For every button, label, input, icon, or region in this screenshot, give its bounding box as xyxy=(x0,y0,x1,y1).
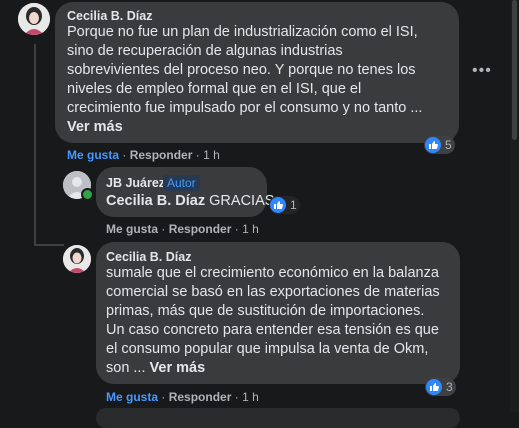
comment-text-line: primas, más que de sustitución de import… xyxy=(106,303,425,319)
comment-text-line: sino de recuperación de algunas industri… xyxy=(67,43,343,59)
like-reaction-icon xyxy=(270,197,286,213)
more-options-icon[interactable]: ••• xyxy=(472,62,492,80)
comment-text-line: sobrevivientes del proceso neo. Y porque… xyxy=(67,62,416,78)
reaction-summary[interactable]: 1 xyxy=(269,196,300,214)
avatar-image xyxy=(18,3,50,35)
reply-button[interactable]: Responder xyxy=(130,148,193,162)
like-button[interactable]: Me gusta xyxy=(106,222,158,236)
reaction-count: 5 xyxy=(445,138,452,152)
timestamp[interactable]: 1 h xyxy=(203,148,220,162)
separator: · xyxy=(161,222,166,236)
comment-author[interactable]: Cecilia B. Díaz xyxy=(67,9,152,23)
separator: · xyxy=(195,148,200,162)
comment-text-line: Un caso concreto para entender esa tensi… xyxy=(106,322,439,338)
comment-text-line: Porque no fue un plan de industrializaci… xyxy=(67,24,418,40)
comment-text-line: comercial se basó en las exportaciones d… xyxy=(106,284,440,300)
separator: · xyxy=(234,222,239,236)
online-status-indicator xyxy=(81,188,94,201)
mention-link[interactable]: Cecilia B. Díaz xyxy=(106,193,205,209)
timestamp[interactable]: 1 h xyxy=(242,390,259,404)
thread-line-branch xyxy=(34,244,64,246)
avatar-image xyxy=(63,245,91,273)
comment-text: Cecilia B. Díaz GRACIAS xyxy=(106,192,274,212)
see-more-link[interactable]: Ver más xyxy=(67,118,123,138)
comment-text-line: son ... Ver más xyxy=(106,359,205,379)
comment-text-line: niveles de empleo formal que en el ISI, … xyxy=(67,81,362,97)
like-reaction-icon xyxy=(426,379,442,395)
separator: · xyxy=(234,390,239,404)
reaction-count: 1 xyxy=(290,198,297,212)
comment-text-line: el consumo popular que impulsa la venta … xyxy=(106,341,429,357)
like-button[interactable]: Me gusta xyxy=(67,148,119,162)
comment-text-body: GRACIAS xyxy=(209,193,275,209)
reply-button[interactable]: Responder xyxy=(169,390,232,404)
timestamp[interactable]: 1 h xyxy=(242,222,259,236)
comment-bubble-partial xyxy=(96,408,460,428)
reaction-summary[interactable]: 3 xyxy=(425,378,456,396)
like-button[interactable]: Me gusta xyxy=(106,390,158,404)
reply-button[interactable]: Responder xyxy=(169,222,232,236)
separator: · xyxy=(122,148,127,162)
comment-actions: Me gusta · Responder · 1 h xyxy=(67,148,220,162)
see-more-link[interactable]: Ver más xyxy=(150,360,206,376)
like-reaction-icon xyxy=(425,137,441,153)
separator: · xyxy=(161,390,166,404)
avatar[interactable] xyxy=(18,3,50,35)
comment-actions: Me gusta · Responder · 1 h xyxy=(106,222,259,236)
comment-text-tail: son ... xyxy=(106,360,146,376)
comment-text-line: sumale que el crecimiento económico en l… xyxy=(106,265,439,281)
reaction-count: 3 xyxy=(446,380,453,394)
thread-line xyxy=(34,44,36,244)
comment-author[interactable]: JB Juárez xyxy=(106,176,165,190)
reaction-summary[interactable]: 5 xyxy=(424,136,455,154)
comment-author[interactable]: Cecilia B. Díaz xyxy=(106,250,191,264)
comment-actions: Me gusta · Responder · 1 h xyxy=(106,390,259,404)
scrollbar-thumb[interactable] xyxy=(512,0,517,140)
author-badge: Autor xyxy=(163,175,200,191)
avatar[interactable] xyxy=(63,245,91,273)
comment-text-line: crecimiento fue impulsado por el consumo… xyxy=(67,100,423,116)
